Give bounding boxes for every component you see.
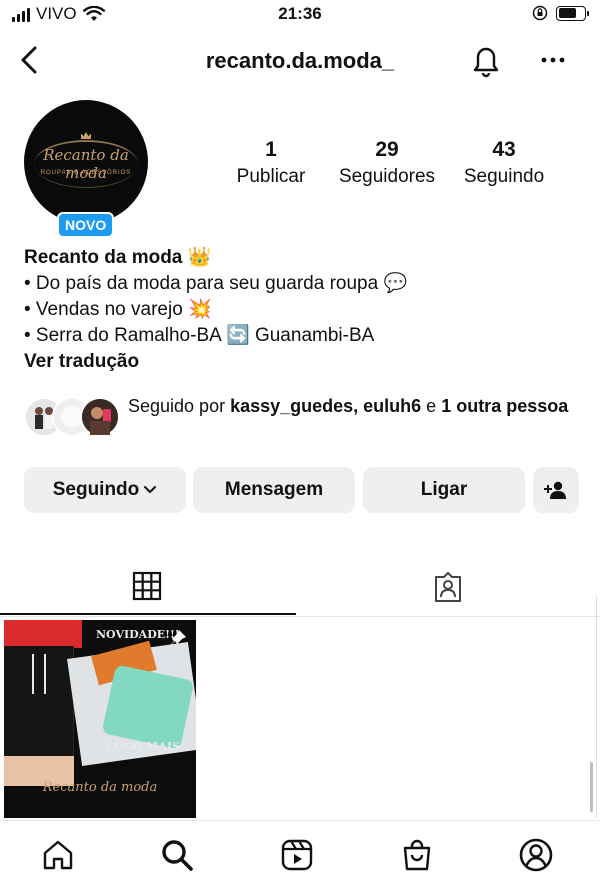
- followed-by-text: Seguido por kassy_guedes, euluh6 e 1 out…: [128, 393, 588, 419]
- post-thumbnail[interactable]: NOVIDADE!!! LOGO MAIS Recanto da moda: [4, 620, 196, 818]
- status-bar: VIVO 21:36: [0, 0, 600, 30]
- profile-avatar[interactable]: Recanto da moda ROUPAS E ACESSÓRIOS: [24, 100, 148, 224]
- page-edge: [596, 596, 600, 818]
- call-button[interactable]: Ligar: [363, 467, 525, 513]
- stat-posts[interactable]: 1 Publicar: [232, 138, 310, 188]
- shop-icon: [403, 839, 431, 871]
- bell-icon[interactable]: [470, 42, 502, 78]
- profile-bio: Recanto da moda 👑 • Do país da moda para…: [24, 245, 584, 375]
- nav-search[interactable]: [157, 835, 197, 875]
- followed-conj: e: [421, 396, 442, 416]
- search-icon: [162, 840, 193, 871]
- pin-icon: [168, 630, 186, 648]
- tab-divider: [0, 616, 600, 617]
- new-badge: NOVO: [57, 212, 115, 238]
- followed-users[interactable]: kassy_guedes, euluh6: [230, 396, 421, 416]
- call-label: Ligar: [420, 479, 468, 500]
- active-tab-indicator: [0, 613, 296, 615]
- avatar: [80, 397, 120, 437]
- message-label: Mensagem: [224, 479, 324, 500]
- followed-prefix: Seguido por: [128, 396, 231, 416]
- nav-shop[interactable]: [397, 835, 437, 875]
- more-icon[interactable]: [540, 48, 566, 72]
- following-button[interactable]: Seguindo: [24, 467, 186, 513]
- avatar-brand: Recanto da moda: [43, 146, 129, 182]
- message-button[interactable]: Mensagem: [193, 467, 355, 513]
- followed-by[interactable]: Seguido por kassy_guedes, euluh6 e 1 out…: [24, 393, 584, 443]
- selfie-photo: [82, 399, 118, 435]
- battery-icon: [556, 5, 589, 21]
- grid-icon[interactable]: [132, 571, 162, 601]
- stat-followers-label: Seguidores: [338, 166, 436, 187]
- followed-others[interactable]: 1 outra pessoa: [441, 396, 568, 416]
- stat-following[interactable]: 43 Seguindo: [458, 138, 550, 188]
- profile-name: Recanto da moda 👑: [24, 247, 212, 268]
- profile-header: recanto.da.moda_: [0, 38, 600, 82]
- stat-posts-value: 1: [265, 138, 277, 161]
- profile-icon: [519, 838, 553, 872]
- bio-line: • Vendas no varejo 💥: [24, 299, 212, 320]
- crown-icon: [81, 132, 91, 139]
- battery-level: [558, 8, 576, 18]
- nav-profile[interactable]: [516, 835, 556, 875]
- status-right: [532, 5, 589, 21]
- profile-username: recanto.da.moda_: [205, 48, 395, 73]
- clock: 21:36: [278, 4, 322, 23]
- add-person-button[interactable]: [533, 467, 579, 513]
- post-brand: Recanto da moda: [42, 780, 158, 795]
- post-shirt-detail: [4, 620, 82, 648]
- reels-icon: [281, 839, 313, 871]
- scrollbar[interactable]: [590, 762, 593, 812]
- bio-line: • Serra do Ramalho-BA 🔄 Guanambi-BA: [24, 325, 375, 346]
- chevron-down-icon: [144, 486, 157, 494]
- see-translation-link[interactable]: Ver tradução: [24, 349, 584, 375]
- orientation-lock-icon: [532, 5, 548, 21]
- stat-following-label: Seguindo: [463, 166, 545, 187]
- bio-line: • Do país da moda para seu guarda roupa …: [24, 273, 408, 294]
- post-drawstring: [32, 654, 46, 694]
- tagged-icon[interactable]: [432, 571, 464, 603]
- bottom-navigation: [0, 820, 600, 890]
- stat-posts-label: Publicar: [236, 166, 306, 187]
- stat-followers[interactable]: 29 Seguidores: [333, 138, 441, 188]
- nav-home[interactable]: [38, 835, 78, 875]
- following-label: Seguindo: [52, 479, 140, 500]
- profile-tabs: [0, 563, 600, 617]
- avatar-tagline: ROUPAS E ACESSÓRIOS: [40, 170, 132, 176]
- stat-following-value: 43: [492, 138, 516, 161]
- stat-followers-value: 29: [375, 138, 399, 161]
- nav-reels[interactable]: [277, 835, 317, 875]
- home-icon: [43, 840, 73, 870]
- post-subline: LOGO MAIS: [106, 740, 180, 753]
- add-person-icon: [544, 481, 566, 499]
